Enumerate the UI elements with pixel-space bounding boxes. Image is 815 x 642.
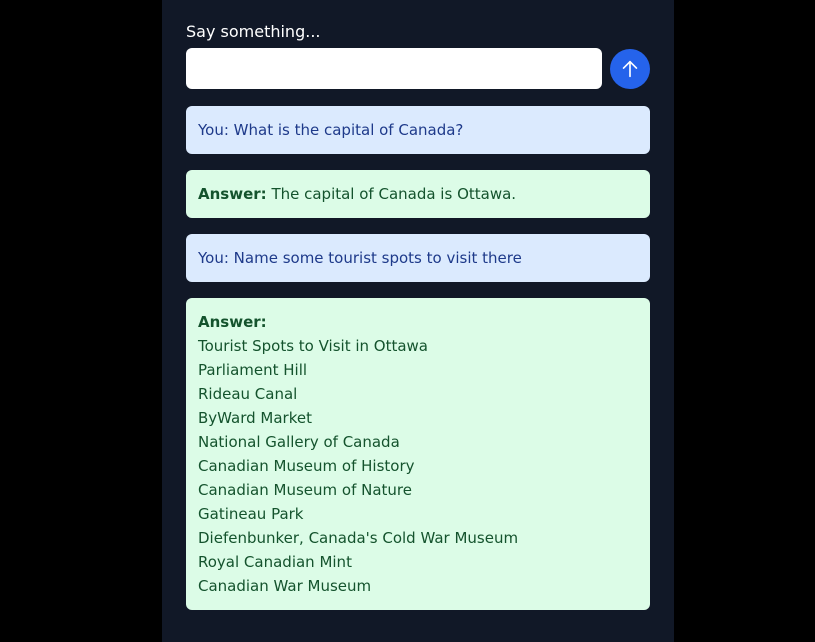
answer-list-item: Royal Canadian Mint <box>198 553 352 571</box>
prompt-label: Say something... <box>186 22 321 41</box>
answer-message: Answer: The capital of Canada is Ottawa. <box>186 170 650 218</box>
answer-list-item: Parliament Hill <box>198 361 308 379</box>
answer-list-heading: Tourist Spots to Visit in Ottawa <box>198 337 429 355</box>
answer-message: Answer: Tourist Spots to Visit in Ottawa… <box>186 298 650 610</box>
message-input[interactable] <box>186 48 602 89</box>
user-message: You: Name some tourist spots to visit th… <box>186 234 650 282</box>
answer-list-item: National Gallery of Canada <box>198 433 400 451</box>
answer-list-item: Diefenbunker, Canada's Cold War Museum <box>198 529 519 547</box>
answer-list-item: Rideau Canal <box>198 385 298 403</box>
arrow-up-icon <box>619 58 641 80</box>
answer-list-item: Canadian Museum of History <box>198 457 415 475</box>
answer-text: The capital of Canada is Ottawa. <box>271 185 517 203</box>
input-row <box>186 48 650 89</box>
user-message: You: What is the capital of Canada? <box>186 106 650 154</box>
user-message-text: You: Name some tourist spots to visit th… <box>198 249 522 267</box>
answer-prefix: Answer: <box>198 185 267 203</box>
send-button[interactable] <box>610 48 650 89</box>
answer-list-item: Canadian Museum of Nature <box>198 481 412 499</box>
answer-list-item: Gatineau Park <box>198 505 304 523</box>
answer-list-item: ByWard Market <box>198 409 312 427</box>
chat-panel: Say something... You: What is the capita… <box>162 0 674 642</box>
user-message-text: You: What is the capital of Canada? <box>198 121 464 139</box>
answer-list-item: Canadian War Museum <box>198 577 372 595</box>
answer-prefix: Answer: <box>198 313 267 331</box>
